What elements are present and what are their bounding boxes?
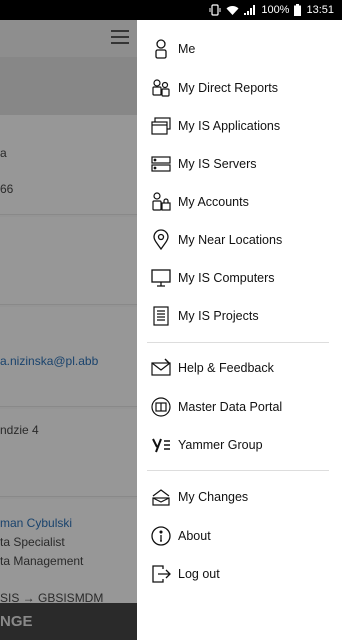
clock: 13:51	[306, 4, 334, 16]
menu-item-accounts[interactable]: My Accounts	[137, 183, 342, 221]
menu-item-is-computers[interactable]: My IS Computers	[137, 259, 342, 297]
info-icon	[150, 525, 172, 547]
monitor-icon	[150, 267, 172, 289]
server-icon	[150, 153, 172, 175]
menu-item-label: My IS Servers	[178, 157, 257, 171]
menu-item-is-applications[interactable]: My IS Applications	[137, 107, 342, 145]
menu-item-label: Yammer Group	[178, 438, 263, 452]
account-icon	[150, 191, 172, 213]
vibrate-icon	[209, 0, 221, 20]
battery-level: 100%	[261, 4, 290, 16]
people-icon	[150, 77, 172, 99]
changes-icon	[150, 486, 172, 508]
menu-item-help-feedback[interactable]: Help & Feedback	[137, 349, 342, 387]
navigation-drawer: Me My Direct Reports My IS Applications …	[137, 20, 342, 640]
yammer-icon	[150, 434, 172, 456]
logout-icon	[150, 563, 172, 585]
menu-item-label: My Changes	[178, 490, 249, 504]
menu-item-label: About	[178, 529, 211, 543]
menu-item-label: Log out	[178, 567, 220, 581]
menu-item-master-data-portal[interactable]: Master Data Portal	[137, 388, 342, 426]
menu-item-label: My Direct Reports	[178, 81, 279, 95]
menu-item-label: My Near Locations	[178, 233, 283, 247]
mail-icon	[150, 357, 172, 379]
menu-item-is-projects[interactable]: My IS Projects	[137, 297, 342, 335]
location-pin-icon	[150, 229, 172, 251]
menu-item-label: Master Data Portal	[178, 400, 283, 414]
menu-item-is-servers[interactable]: My IS Servers	[137, 145, 342, 183]
applications-icon	[150, 115, 172, 137]
drawer-scrim[interactable]	[0, 20, 137, 640]
menu-item-label: Help & Feedback	[178, 361, 274, 375]
menu-divider	[147, 470, 329, 471]
menu-item-near-locations[interactable]: My Near Locations	[137, 221, 342, 259]
signal-icon	[244, 0, 256, 20]
menu-item-yammer-group[interactable]: Yammer Group	[137, 426, 342, 464]
menu-item-label: Me	[178, 42, 196, 56]
menu-divider	[147, 342, 329, 343]
document-icon	[150, 305, 172, 327]
status-bar: 100% 13:51	[0, 0, 342, 20]
portal-icon	[150, 396, 172, 418]
menu-item-me[interactable]: Me	[137, 30, 342, 68]
menu-item-label: My IS Projects	[178, 309, 259, 323]
menu-item-log-out[interactable]: Log out	[137, 555, 342, 593]
menu-item-about[interactable]: About	[137, 517, 342, 555]
person-icon	[150, 38, 172, 60]
menu-item-label: My IS Computers	[178, 271, 275, 285]
menu-item-label: My IS Applications	[178, 119, 281, 133]
battery-icon	[294, 0, 302, 20]
menu-item-direct-reports[interactable]: My Direct Reports	[137, 69, 342, 107]
wifi-icon	[226, 0, 239, 20]
menu-item-label: My Accounts	[178, 195, 249, 209]
menu-item-my-changes[interactable]: My Changes	[137, 478, 342, 516]
